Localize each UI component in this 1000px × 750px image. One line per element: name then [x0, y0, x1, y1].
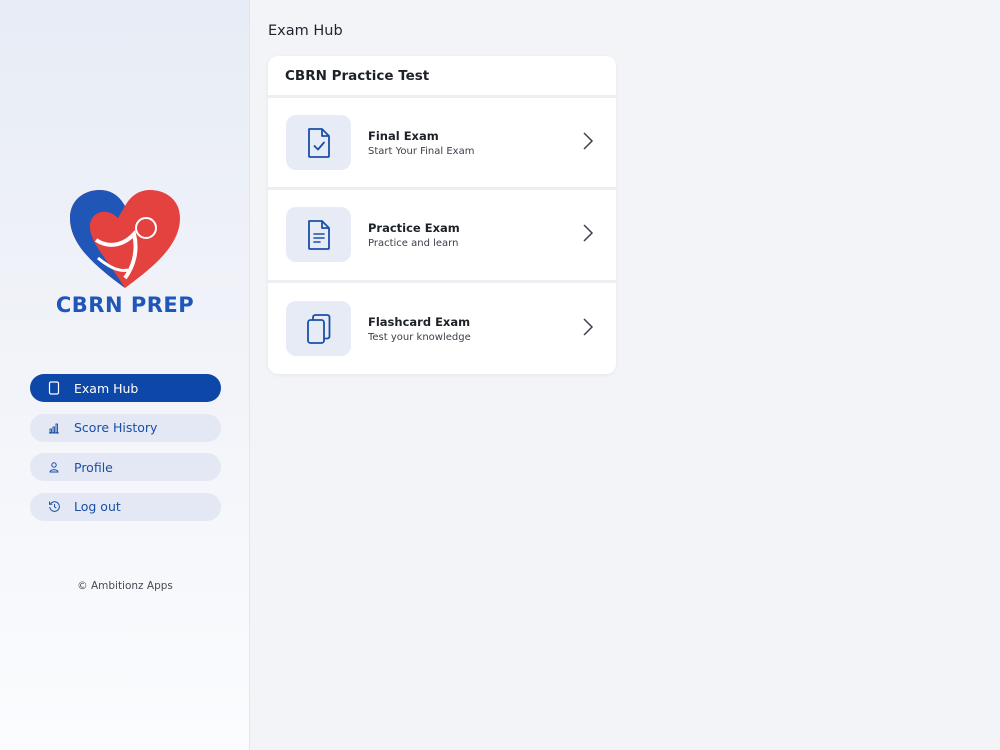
- nav-label: Exam Hub: [74, 380, 139, 396]
- row-subtitle: Start Your Final Exam: [368, 145, 475, 157]
- sidebar: CBRN PREP Exam Hub Score History Profile…: [0, 0, 250, 750]
- nav-item-exam-hub[interactable]: Exam Hub: [30, 374, 221, 402]
- nav-label: Log out: [74, 499, 121, 514]
- exam-row-flashcard[interactable]: Flashcard Exam Test your knowledge: [268, 283, 616, 374]
- sidebar-nav: Exam Hub Score History Profile Log out: [30, 374, 221, 532]
- card-header: CBRN Practice Test: [268, 56, 616, 98]
- nav-item-logout[interactable]: Log out: [30, 492, 221, 521]
- history-icon: [46, 499, 62, 515]
- cards-icon: [286, 301, 351, 357]
- page-title: Exam Hub: [268, 23, 343, 39]
- nav-item-profile[interactable]: Profile: [30, 453, 221, 481]
- document-lines-icon: [286, 207, 351, 263]
- copyright-footer: © Ambitionz Apps: [77, 580, 173, 592]
- chevron-right-icon: [582, 223, 594, 247]
- row-subtitle: Practice and learn: [368, 237, 459, 249]
- app-logo: CBRN PREP: [50, 188, 200, 323]
- logo-text: CBRN PREP: [55, 293, 195, 317]
- document-check-icon: [286, 115, 351, 171]
- chevron-right-icon: [582, 317, 594, 341]
- chevron-right-icon: [582, 131, 594, 155]
- row-title: Practice Exam: [368, 220, 460, 235]
- row-title: Flashcard Exam: [368, 314, 471, 329]
- exam-row-final[interactable]: Final Exam Start Your Final Exam: [268, 98, 616, 191]
- nav-item-score-history[interactable]: Score History: [30, 413, 221, 442]
- nav-label: Score History: [74, 420, 158, 435]
- tablet-icon: [46, 380, 62, 396]
- person-icon: [46, 459, 62, 475]
- nav-label: Profile: [74, 459, 113, 475]
- heart-logo-icon: [70, 190, 180, 288]
- exam-card: CBRN Practice Test Final Exam Start Your…: [268, 56, 616, 374]
- row-title: Final Exam: [368, 128, 439, 143]
- row-subtitle: Test your knowledge: [368, 331, 471, 343]
- exam-row-practice[interactable]: Practice Exam Practice and learn: [268, 190, 616, 283]
- bar-chart-icon: [46, 420, 62, 436]
